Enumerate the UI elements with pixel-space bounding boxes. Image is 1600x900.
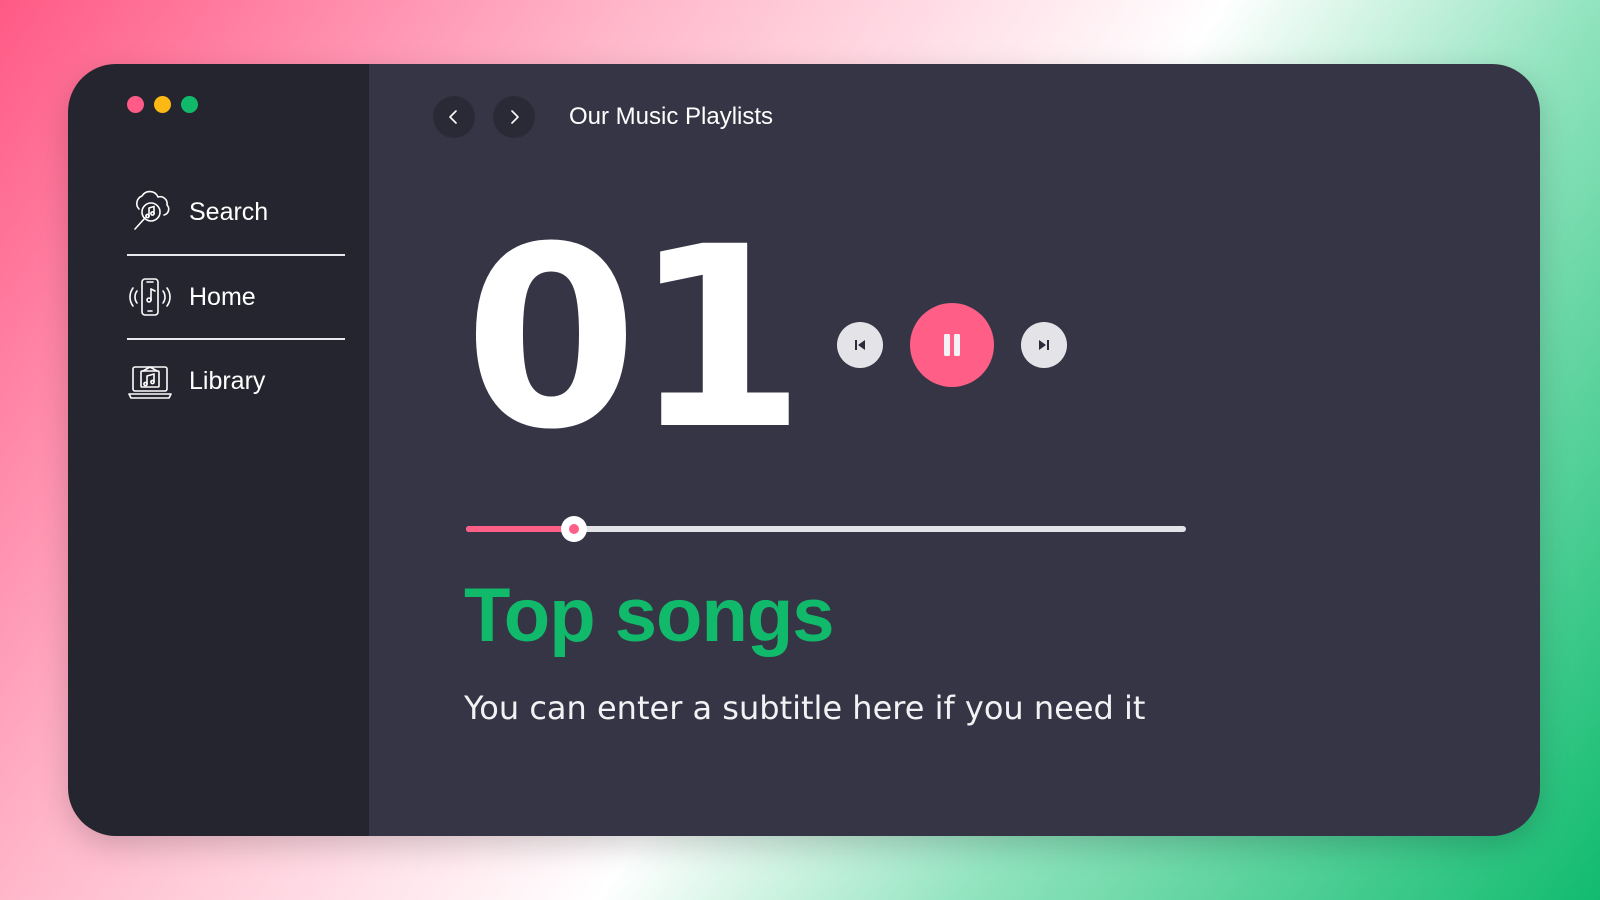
sidebar-item-label: Home (189, 282, 256, 311)
window-controls (127, 96, 198, 113)
page-title: Our Music Playlists (569, 103, 774, 130)
sidebar-item-label: Library (189, 366, 266, 395)
pause-button[interactable] (910, 303, 994, 387)
player-controls (837, 303, 1067, 387)
phone-music-icon (127, 274, 173, 320)
track-number: 01 (464, 193, 806, 484)
laptop-music-icon (127, 358, 173, 404)
skip-back-icon (855, 340, 865, 350)
progress-fill (466, 526, 574, 532)
pause-icon (944, 334, 960, 356)
app-window: Search Home Library Our Music Playlists … (68, 64, 1540, 836)
forward-button[interactable] (493, 96, 535, 138)
sidebar-nav: Search Home Library (127, 170, 345, 422)
next-track-button[interactable] (1021, 322, 1067, 368)
minimize-window-button[interactable] (154, 96, 171, 113)
section-heading: Top songs (464, 573, 835, 658)
sidebar: Search Home Library (68, 64, 369, 836)
chevron-right-icon (511, 110, 519, 124)
maximize-window-button[interactable] (181, 96, 198, 113)
progress-thumb[interactable] (561, 516, 587, 542)
sidebar-item-home[interactable]: Home (127, 254, 345, 338)
sidebar-item-search[interactable]: Search (127, 170, 345, 254)
close-window-button[interactable] (127, 96, 144, 113)
music-search-icon (127, 189, 173, 235)
section-subtitle: You can enter a subtitle here if you nee… (464, 689, 1146, 727)
sidebar-item-label: Search (189, 197, 269, 226)
back-button[interactable] (433, 96, 475, 138)
skip-forward-icon (1039, 340, 1049, 350)
main-panel: Our Music Playlists 01 Top songs You can… (369, 64, 1540, 836)
topbar: Our Music Playlists (433, 96, 773, 138)
chevron-left-icon (449, 110, 457, 124)
sidebar-item-library[interactable]: Library (127, 338, 345, 422)
previous-track-button[interactable] (837, 322, 883, 368)
progress-bar[interactable] (466, 516, 1186, 542)
